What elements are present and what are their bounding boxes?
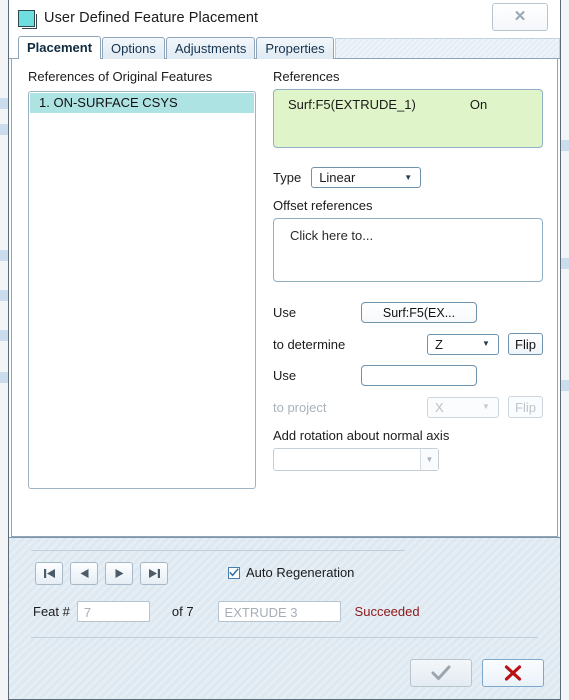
chevron-down-icon[interactable]: ▼ — [420, 449, 438, 470]
nav-next-button[interactable] — [105, 562, 133, 585]
list-item[interactable]: 1. ON-SURFACE CSYS — [30, 93, 254, 113]
chevron-down-icon: ▼ — [482, 402, 490, 411]
auto-regeneration-label: Auto Regeneration — [246, 565, 355, 580]
chevron-down-icon: ▼ — [404, 172, 413, 182]
references-label: References — [273, 69, 340, 84]
cancel-button[interactable] — [482, 659, 544, 687]
original-features-list[interactable]: 1. ON-SURFACE CSYS — [28, 91, 256, 489]
checkmark-icon — [431, 665, 451, 680]
project-axis-value: X — [435, 399, 444, 415]
tab-strip-filler — [334, 38, 560, 59]
next-icon — [115, 569, 123, 578]
regeneration-panel: Auto Regeneration Feat # 7 of 7 EXTRUDE … — [9, 537, 560, 647]
panel-separator-top — [31, 550, 405, 551]
use-label-2: Use — [273, 368, 297, 383]
type-label: Type — [273, 170, 302, 185]
offset-placeholder-text: Click here to... — [290, 228, 374, 243]
project-axis-select: X ▼ — [427, 396, 499, 418]
use-row-2: Use — [273, 365, 543, 386]
feature-status-row: Feat # 7 of 7 EXTRUDE 3 Succeeded — [33, 601, 420, 622]
use-row-1: Use Surf:F5(EX... — [273, 302, 543, 323]
determine-flip-button[interactable]: Flip — [508, 333, 543, 355]
chevron-down-icon: ▼ — [482, 339, 490, 348]
user-defined-feature-placement-dialog: User Defined Feature Placement ✕ Placeme… — [8, 0, 561, 700]
window-title: User Defined Feature Placement — [44, 10, 259, 26]
nav-previous-button[interactable] — [70, 562, 98, 585]
rotation-label: Add rotation about normal axis — [273, 428, 450, 443]
previous-icon — [80, 569, 88, 578]
tab-strip: Placement Options Adjustments Properties — [9, 36, 560, 60]
use-reference-field-2[interactable] — [361, 365, 477, 386]
feat-label: Feat # — [33, 604, 70, 619]
panel-separator-bottom — [31, 637, 538, 638]
to-project-label: to project — [273, 399, 327, 415]
offset-references-label: Offset references — [273, 198, 373, 213]
feat-status-text: Succeeded — [354, 604, 420, 619]
feature-navigation — [35, 562, 168, 585]
references-pane: References Surf:F5(EXTRUDE_1) On Type Li… — [264, 59, 557, 536]
x-icon — [504, 665, 522, 681]
determine-axis-select[interactable]: Z ▼ — [427, 333, 499, 355]
feat-name-input[interactable]: EXTRUDE 3 — [217, 601, 341, 622]
references-box[interactable]: Surf:F5(EXTRUDE_1) On — [273, 89, 543, 148]
action-bar — [9, 647, 560, 699]
nav-last-button[interactable] — [140, 562, 168, 585]
type-row: Type Linear ▼ — [273, 167, 543, 188]
title-bar: User Defined Feature Placement ✕ — [9, 0, 560, 36]
original-features-pane: References of Original Features 1. ON-SU… — [12, 59, 264, 536]
project-row: to project X ▼ Flip — [273, 396, 543, 418]
feature-cube-icon — [18, 9, 35, 27]
placement-tab-panel: References of Original Features 1. ON-SU… — [11, 59, 558, 537]
close-icon: ✕ — [513, 8, 527, 25]
to-determine-label: to determine — [273, 336, 346, 352]
reference-name: Surf:F5(EXTRUDE_1) — [288, 97, 416, 112]
original-features-label: References of Original Features — [28, 69, 213, 84]
project-flip-button: Flip — [508, 396, 543, 418]
background-speck — [560, 140, 569, 151]
rotation-select[interactable]: ▼ — [273, 448, 439, 471]
tab-adjustments[interactable]: Adjustments — [165, 37, 256, 59]
first-icon — [43, 569, 55, 578]
checkbox-checked-icon — [228, 566, 240, 579]
feat-number-input[interactable]: 7 — [76, 601, 150, 622]
determine-axis-value: Z — [435, 336, 443, 352]
type-value: Linear — [319, 170, 356, 185]
offset-references-box[interactable]: Click here to... — [273, 218, 543, 282]
background-speck — [560, 380, 569, 391]
tab-placement[interactable]: Placement — [18, 36, 102, 60]
reference-state: On — [469, 97, 488, 112]
type-select[interactable]: Linear ▼ — [311, 167, 422, 188]
background-speck — [560, 258, 569, 269]
ok-button — [410, 659, 472, 687]
use-reference-button[interactable]: Surf:F5(EX... — [361, 302, 477, 323]
feat-total-label: of 7 — [171, 604, 194, 619]
auto-regeneration-checkbox[interactable]: Auto Regeneration — [228, 565, 354, 580]
last-icon — [148, 569, 160, 578]
tab-properties[interactable]: Properties — [256, 37, 334, 59]
use-label-1: Use — [273, 305, 297, 320]
close-button[interactable]: ✕ — [492, 3, 548, 31]
nav-first-button[interactable] — [35, 562, 63, 585]
tab-options[interactable]: Options — [102, 37, 165, 59]
determine-row: to determine Z ▼ Flip — [273, 333, 543, 355]
